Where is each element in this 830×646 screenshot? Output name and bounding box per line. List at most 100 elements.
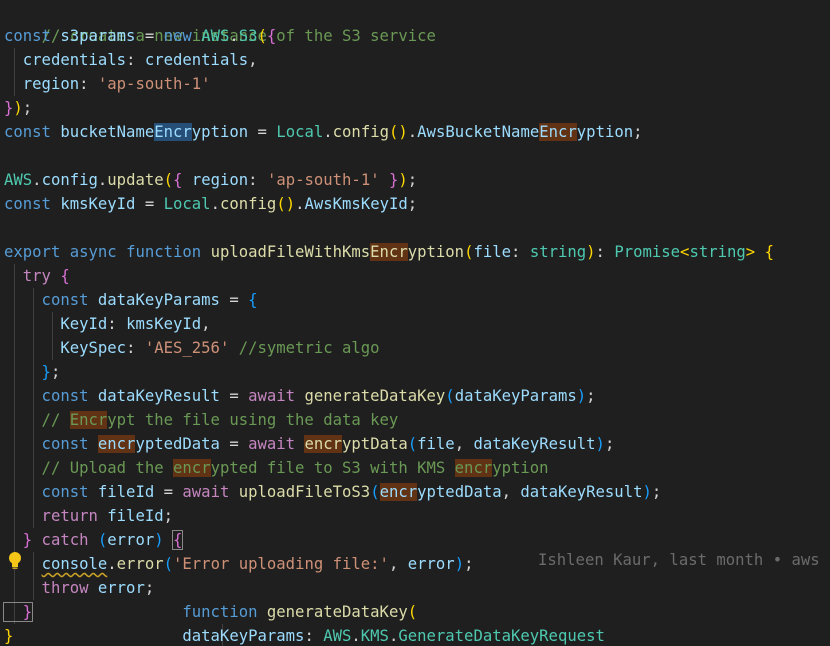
identifier-s3params: s3params [60,27,136,45]
bracket: ) [13,99,23,117]
keyword-export: export [4,243,70,261]
bracket: { [266,27,277,45]
bracket: { [764,243,774,261]
string-literal: 'ap-south-1' [266,171,380,189]
identifier-datakeyresult: dataKeyResult [97,387,220,405]
comment: // Upload the [4,459,173,477]
code-line-20[interactable]: // Upload the encrypted file to S3 with … [4,456,549,480]
code-line-9[interactable]: const kmsKeyId = Local.config().AwsKmsKe… [4,192,417,216]
operator: = [248,123,277,141]
bracket: ) [595,435,605,453]
function-call: generateDataKey [304,387,446,405]
punctuation: ; [144,579,155,597]
code-line-23[interactable]: } catch (error) { [4,528,184,552]
argument: dataKeyResult [473,435,596,453]
code-editor[interactable]: // create a new instance of the S3 servi… [0,0,830,646]
keyword-function: function [32,603,267,621]
punctuation: ; [50,363,61,381]
bracket: ) [576,387,587,405]
bracket: () [389,123,408,141]
punctuation: ; [604,435,615,453]
property-region: region [4,75,80,93]
comment: //symetric algo [229,339,380,357]
code-line-15[interactable]: KeySpec: 'AES_256' //symetric algo [4,336,380,360]
code-line-18[interactable]: // Encrypt the file using the data key [4,408,398,432]
code-line-12[interactable]: try { [4,264,70,288]
identifier-error: error [107,531,155,549]
type-string: string [529,243,587,261]
property-keyid: KeyId [4,315,108,333]
property-region: region [191,171,249,189]
punctuation: ; [586,387,596,405]
string-literal: 'ap-south-1' [97,75,211,93]
method-error: error [116,555,164,573]
function-call: yptData [342,435,408,453]
bracket: ( [370,483,380,501]
code-line-8[interactable]: AWS.config.update({ region: 'ap-south-1'… [4,168,417,192]
code-line-1[interactable]: // create a new instance of the S3 servi… [4,0,436,45]
search-match: encr [454,459,493,477]
argument: dataKeyParams [454,387,577,405]
punctuation: : [126,339,145,357]
bracket: ) [454,555,465,573]
code-line-11[interactable]: export async function uploadFileWithKmsE… [4,240,774,264]
string-literal: 'AES_256' [144,339,230,357]
identifier-kms: KMS [360,627,389,645]
punctuation: , [454,435,474,453]
bracket: > [745,243,765,261]
code-line-2[interactable]: const s3params = new AWS.S3({ [4,24,276,48]
punctuation: ; [407,195,418,213]
operator: = [135,27,164,45]
code-line-16[interactable]: }; [4,360,61,384]
keyword-throw: throw [4,579,98,597]
identifier-error: error [97,579,145,597]
identifier-aws: AWS [4,171,33,189]
code-line-3[interactable]: credentials: credentials, [4,48,258,72]
bracket: ) [398,171,408,189]
code-line-14[interactable]: KeyId: kmsKeyId, [4,312,210,336]
keyword-await: await [182,483,239,501]
property-awsbucketname: AwsBucketName [417,123,540,141]
keyword-const: const [4,195,61,213]
code-line-26[interactable]: } function generateDataKey( [2,600,417,624]
punctuation: : [511,243,530,261]
search-match: encr [304,435,343,453]
comment: ypted file to S3 with KMS [210,459,455,477]
code-line-13[interactable]: const dataKeyParams = { [4,288,258,312]
keyword-async: async [69,243,127,261]
code-line-17[interactable]: const dataKeyResult = await generateData… [4,384,596,408]
code-line-19[interactable]: const encryptedData = await encryptData(… [4,432,614,456]
identifier-aws: AWS [201,27,230,45]
property-suffix: yption [576,123,634,141]
bracket: { [60,267,70,285]
code-line-5[interactable]: }); [4,96,32,120]
code-line-25[interactable]: throw error; [4,576,155,600]
punctuation: , [248,51,258,69]
code-line-4[interactable]: region: 'ap-south-1' [4,72,211,96]
search-match: encr [379,483,418,501]
git-blame-annotation[interactable]: Ishleen Kaur, last month • aws [538,548,820,572]
code-line-21[interactable]: const fileId = await uploadFileToS3(encr… [4,480,661,504]
punctuation: . [323,123,333,141]
code-line-22[interactable]: return fileId; [4,504,173,528]
keyword-const: const [4,27,61,45]
punctuation: . [407,123,418,141]
keyword-await: await [248,387,305,405]
bracket: () [276,195,296,213]
punctuation: . [229,27,239,45]
keyword-new: new [163,27,202,45]
code-line-27[interactable]: } dataKeyParams: AWS.KMS.GenerateDataKey… [4,624,605,646]
identifier-fileid: fileId [97,483,155,501]
comment: ypt the file using the data key [107,411,399,429]
code-line-24[interactable]: console.error('Error uploading file:', e… [4,552,474,576]
comment: yption [492,459,549,477]
identifier-datakeyparams: dataKeyParams [97,291,220,309]
param-file: file [473,243,512,261]
search-match-selected: Encr [154,123,192,141]
punctuation: : [595,243,615,261]
code-line-6[interactable]: const bucketNameEncryption = Local.confi… [4,120,643,144]
search-match: Encr [370,243,408,261]
bracket: } [4,531,33,549]
punctuation: . [107,555,117,573]
function-name: generateDataKey [266,603,408,621]
